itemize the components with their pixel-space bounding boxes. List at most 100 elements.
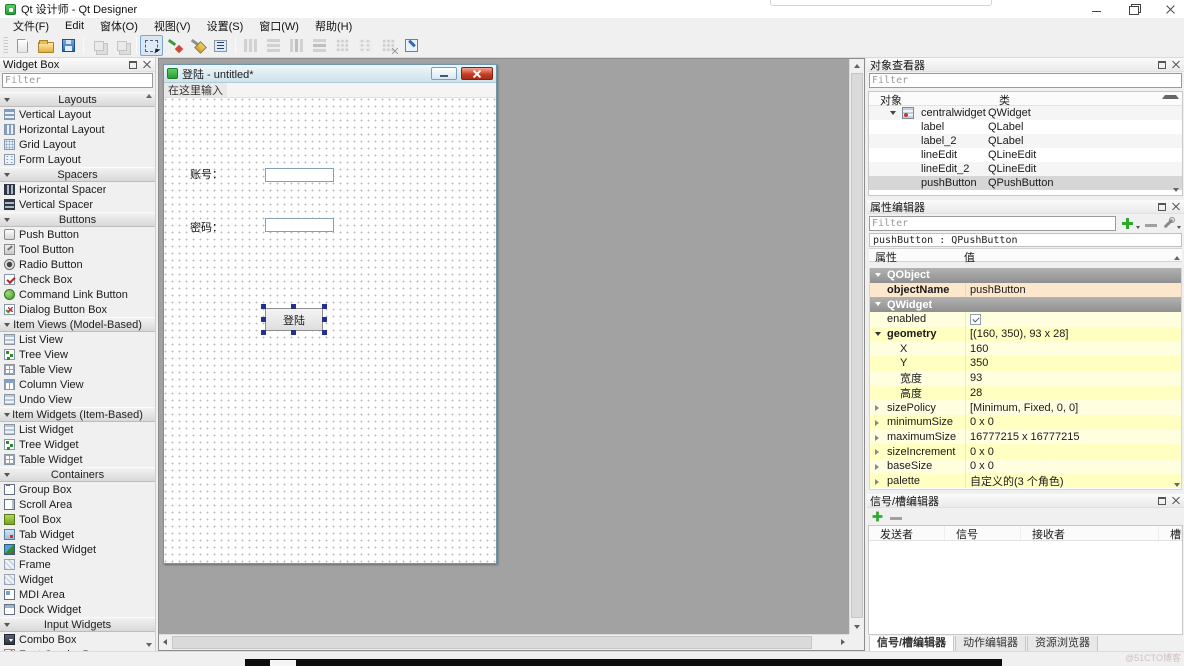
property-row[interactable]: sizePolicy [Minimum, Fixed, 0, 0] (870, 400, 1181, 415)
widget-box-row[interactable]: MDI Area (0, 587, 155, 602)
property-row[interactable]: 高度 28 (870, 386, 1181, 401)
configure-property-editor-icon[interactable] (1162, 217, 1175, 230)
add-connection-icon[interactable] (872, 511, 884, 523)
mdi-vertical-scrollbar[interactable] (849, 59, 864, 634)
scroll-down-icon[interactable] (146, 643, 152, 647)
close-icon[interactable] (1165, 4, 1176, 15)
widget-box-row[interactable]: Frame (0, 557, 155, 572)
expand-arrow-icon[interactable] (875, 435, 879, 441)
property-row[interactable]: QObject (870, 268, 1181, 283)
widget-box-row[interactable]: Layouts (0, 92, 155, 107)
new-form-icon[interactable] (11, 35, 34, 56)
edit-buddies-mode-icon[interactable] (186, 35, 209, 56)
break-layout-icon[interactable] (377, 35, 400, 56)
taskbar-edge[interactable] (245, 659, 1002, 666)
column-value[interactable]: 值 (960, 249, 975, 261)
widget-box-row[interactable]: Group Box (0, 482, 155, 497)
property-row[interactable]: 宽度 93 (870, 371, 1181, 386)
menu-help[interactable]: 帮助(H) (307, 17, 360, 35)
property-row[interactable]: objectName pushButton (870, 283, 1181, 298)
layout-vertically-icon[interactable] (262, 35, 285, 56)
column-object[interactable]: 对象 (869, 92, 902, 105)
widget-box-row[interactable]: Stacked Widget (0, 542, 155, 557)
float-panel-icon[interactable] (1157, 496, 1167, 506)
toolbar-grip[interactable] (3, 37, 8, 55)
close-panel-icon[interactable] (1171, 496, 1181, 506)
scroll-down-icon[interactable] (1174, 483, 1180, 487)
maximize-icon[interactable] (1128, 4, 1139, 15)
enabled-checkbox[interactable] (970, 314, 981, 325)
copy-widget-icon[interactable] (87, 35, 110, 56)
menu-window[interactable]: 窗口(W) (251, 17, 307, 35)
widget-box-row[interactable]: List Widget (0, 422, 155, 437)
minimize-icon[interactable] (1091, 4, 1102, 15)
widget-box-row[interactable]: Form Layout (0, 152, 155, 167)
expand-chevron-icon[interactable] (890, 111, 896, 115)
scroll-down-icon[interactable] (1173, 188, 1179, 192)
horizontal-scrollbar-thumb[interactable] (172, 636, 812, 649)
object-row[interactable]: label QLabel (869, 120, 1182, 134)
menu-file[interactable]: 文件(F) (5, 17, 57, 35)
widget-box-row[interactable]: Horizontal Spacer (0, 182, 155, 197)
object-row[interactable]: lineEdit QLineEdit (869, 148, 1182, 162)
expand-arrow-icon[interactable] (875, 449, 879, 455)
save-form-icon[interactable] (57, 35, 80, 56)
widget-box-row[interactable]: Buttons (0, 212, 155, 227)
add-dynamic-property-icon[interactable] (1121, 217, 1134, 230)
expand-arrow-icon[interactable] (875, 405, 879, 411)
widget-box-row[interactable]: Scroll Area (0, 497, 155, 512)
widget-box-row[interactable]: Tab Widget (0, 527, 155, 542)
scroll-up-icon[interactable] (146, 94, 152, 98)
widget-box-filter-input[interactable] (2, 73, 153, 88)
expand-arrow-icon[interactable] (875, 332, 881, 336)
widget-box-row[interactable]: Table View (0, 362, 155, 377)
object-row[interactable]: centralwidget QWidget (869, 106, 1182, 120)
scroll-up-icon[interactable] (854, 64, 860, 68)
widget-box-row[interactable]: Dialog Button Box (0, 302, 155, 317)
widget-box-row[interactable]: Tool Button (0, 242, 155, 257)
layout-horizontally-icon[interactable] (239, 35, 262, 56)
password-lineedit[interactable] (265, 218, 334, 232)
property-row[interactable]: Y 350 (870, 356, 1181, 371)
scroll-down-icon[interactable] (854, 625, 860, 629)
expand-arrow-icon[interactable] (875, 464, 879, 470)
object-row[interactable]: pushButton QPushButton (869, 176, 1182, 190)
widget-box-row[interactable]: Radio Button (0, 257, 155, 272)
scroll-up-icon[interactable] (1174, 256, 1180, 260)
close-panel-icon[interactable] (1171, 60, 1181, 70)
widget-box-row[interactable]: Vertical Spacer (0, 197, 155, 212)
menu-type-here-placeholder[interactable]: 在这里输入 (164, 83, 227, 97)
widget-box-row[interactable]: Command Link Button (0, 287, 155, 302)
menu-edit[interactable]: Edit (57, 19, 92, 33)
toolbar-separator[interactable] (133, 35, 140, 56)
expand-arrow-icon[interactable] (875, 420, 879, 426)
edit-signals-slots-mode-icon[interactable] (163, 35, 186, 56)
property-row[interactable]: maximumSize 16777215 x 16777215 (870, 430, 1181, 445)
widget-box-row[interactable]: Item Widgets (Item-Based) (0, 407, 155, 422)
object-row[interactable]: lineEdit_2 QLineEdit (869, 162, 1182, 176)
form-close-icon[interactable] (461, 67, 493, 80)
widget-box-row[interactable]: Item Views (Model-Based) (0, 317, 155, 332)
close-panel-icon[interactable] (142, 60, 152, 70)
column-property[interactable]: 属性 (869, 249, 960, 261)
scroll-left-icon[interactable] (163, 639, 167, 645)
widget-box-row[interactable]: Grid Layout (0, 137, 155, 152)
widget-box-row[interactable]: Push Button (0, 227, 155, 242)
close-panel-icon[interactable] (1171, 202, 1181, 212)
widget-box-row[interactable]: Input Widgets (0, 617, 155, 632)
object-row[interactable]: label_2 QLabel (869, 134, 1182, 148)
property-row[interactable]: baseSize 0 x 0 (870, 459, 1181, 474)
float-panel-icon[interactable] (1157, 60, 1167, 70)
layout-grid-icon[interactable] (331, 35, 354, 56)
property-row[interactable]: palette 自定义的(3 个角色) (870, 474, 1181, 489)
property-filter-input[interactable] (869, 216, 1116, 231)
adjust-size-icon[interactable] (400, 35, 423, 56)
widget-box-row[interactable]: Spacers (0, 167, 155, 182)
vertical-scrollbar-thumb[interactable] (851, 73, 863, 618)
property-row[interactable]: QWidget (870, 297, 1181, 312)
property-row[interactable]: X 160 (870, 341, 1181, 356)
password-label[interactable]: 密码： (190, 219, 223, 235)
property-row[interactable]: sizeIncrement 0 x 0 (870, 444, 1181, 459)
connections-column-header[interactable]: 槽 (1159, 526, 1182, 540)
property-row[interactable]: minimumSize 0 x 0 (870, 415, 1181, 430)
